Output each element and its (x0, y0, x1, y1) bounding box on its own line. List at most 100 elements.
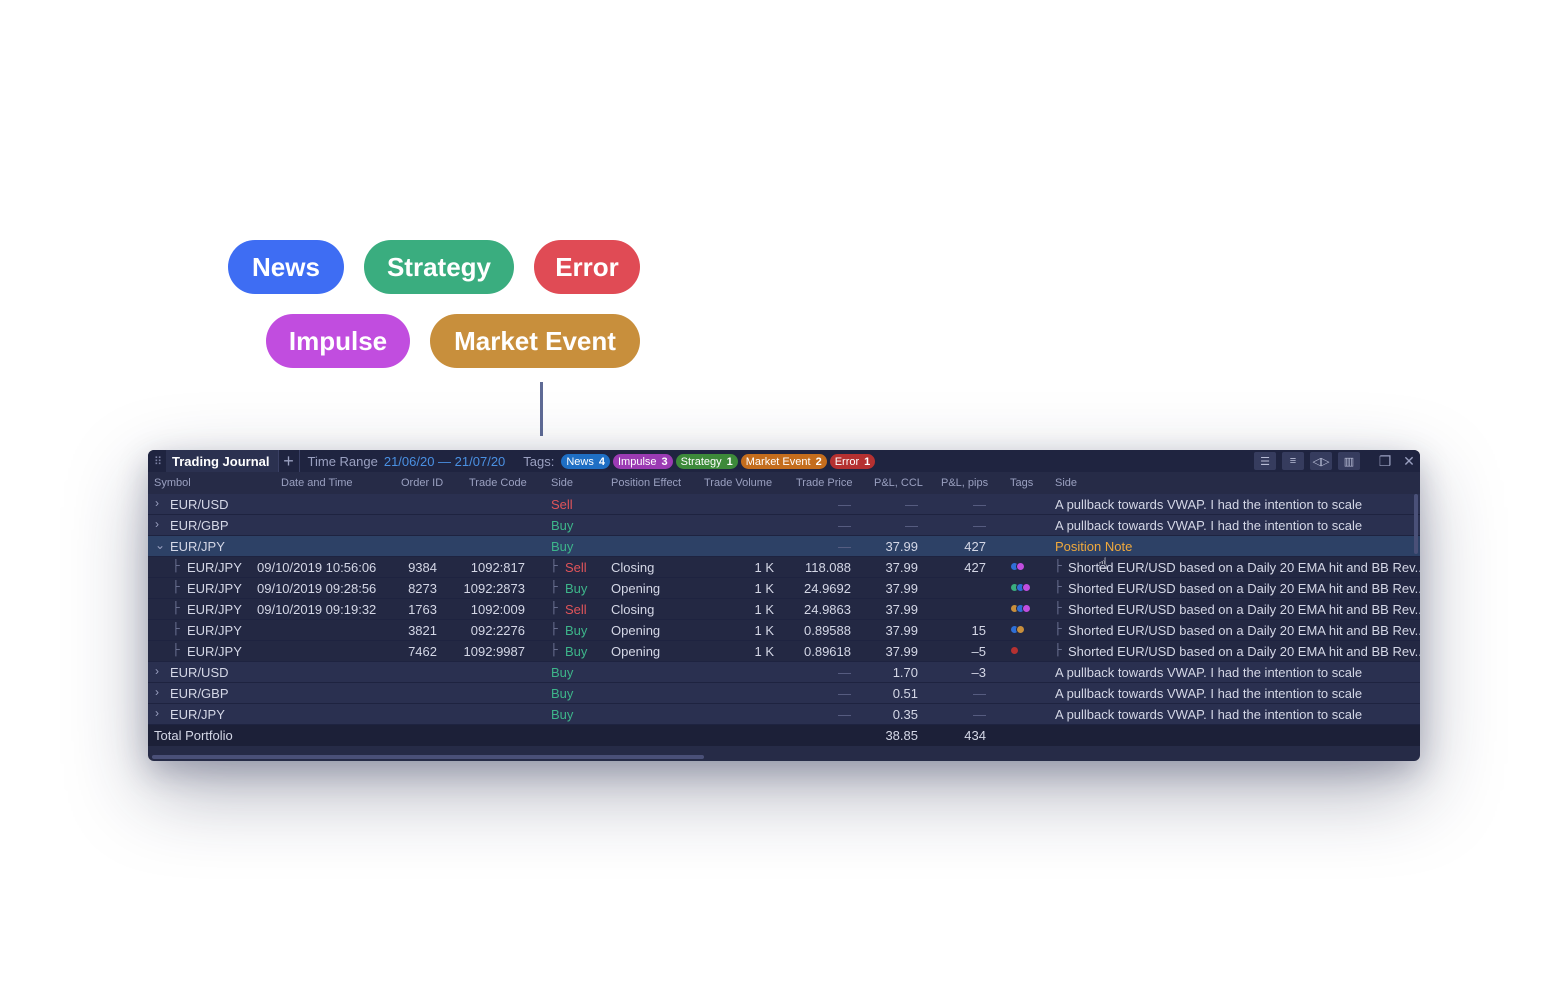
horizontal-scrollbar[interactable] (152, 755, 704, 759)
position-row[interactable]: › EUR/GBP Buy — — — A pullback towards VWAP. I… (148, 515, 1420, 536)
side-cell: Sell (565, 602, 587, 617)
vertical-scrollbar[interactable] (1414, 494, 1418, 554)
chevron-right-icon[interactable]: › (155, 706, 159, 720)
total-label: Total Portfolio (154, 728, 233, 743)
column-header-8[interactable]: P&L, CCL (874, 477, 923, 489)
pnl-pips-cell: –3 (971, 665, 986, 680)
pnl-pips-cell: –5 (971, 644, 986, 659)
chevron-right-icon[interactable]: › (155, 496, 159, 510)
position-row[interactable]: ⌄ EUR/JPY Buy — 37.99 427 Position Note (148, 536, 1420, 557)
tree-branch-icon: ├ (172, 560, 180, 572)
tag-filter-error[interactable]: Error 1 (829, 454, 876, 470)
time-range-value[interactable]: 21/06/20 — 21/07/20 (384, 454, 505, 469)
column-header-11[interactable]: Side (1055, 477, 1077, 489)
pnl-pips-cell: — (973, 686, 986, 701)
pnl-ccl-cell: 37.99 (885, 560, 918, 575)
tag-filter-count: 4 (598, 455, 605, 468)
toolbar: ☰ ≡ ◁▷ ▥ ❐ ✕ (1248, 450, 1420, 472)
close-icon[interactable]: ✕ (1398, 450, 1420, 472)
column-header-0[interactable]: Symbol (154, 477, 191, 489)
column-header-1[interactable]: Date and Time (281, 477, 353, 489)
trade-code-cell: 1092:009 (470, 602, 525, 617)
note-cell: A pullback towards VWAP. I had the inten… (1055, 665, 1363, 680)
datetime-cell: 09/10/2019 10:56:06 (257, 560, 377, 575)
symbol-cell: EUR/GBP (170, 686, 229, 701)
tag-dots[interactable] (1010, 625, 1025, 634)
pnl-ccl-cell: 37.99 (885, 602, 918, 617)
tag-filter-strategy[interactable]: Strategy 1 (675, 454, 738, 470)
split-columns-icon[interactable]: ◁▷ (1310, 452, 1332, 470)
position-row[interactable]: › EUR/USD Sell — — — A pullback towards VWAP. … (148, 494, 1420, 515)
columns-icon[interactable]: ▥ (1338, 452, 1360, 470)
trade-row[interactable]: ├ EUR/JPY 09/10/2019 09:19:32 1763 1092:009 ├… (148, 599, 1420, 620)
tree-branch-icon: ├ (1054, 581, 1062, 593)
tag-dot-icon (1022, 604, 1031, 613)
column-header-5[interactable]: Position Effect (611, 477, 681, 489)
trade-row[interactable]: ├ EUR/JPY 09/10/2019 09:28:56 8273 1092:2873… (148, 578, 1420, 599)
column-header-7[interactable]: Trade Price (796, 477, 852, 489)
column-header-3[interactable]: Trade Code (469, 477, 527, 489)
column-header-6[interactable]: Trade Volume (704, 477, 772, 489)
tag-filter-impulse[interactable]: Impulse 3 (613, 454, 673, 470)
trade-volume-cell: 1 K (754, 644, 774, 659)
trade-code-cell: 1092:9987 (463, 644, 525, 659)
pnl-ccl-cell: 0.51 (892, 686, 918, 701)
symbol-cell: EUR/USD (170, 497, 229, 512)
tree-branch-icon: ├ (172, 602, 180, 614)
side-cell: Sell (551, 497, 573, 512)
note-cell: Shorted EUR/USD based on a Daily 20 EMA … (1068, 602, 1420, 617)
tag-filter-news[interactable]: News 4 (561, 454, 610, 470)
tag-filter-label: News (566, 455, 594, 468)
drag-handle-icon[interactable]: ⠿ (150, 455, 166, 468)
trade-volume-cell: 1 K (754, 581, 774, 596)
tag-dots[interactable] (1010, 646, 1019, 655)
tag-filter-label: Impulse (618, 455, 657, 468)
column-header-4[interactable]: Side (551, 477, 573, 489)
symbol-cell: EUR/JPY (187, 644, 242, 659)
trade-price-cell: — (838, 539, 851, 554)
tree-branch-icon: ├ (1054, 623, 1062, 635)
trade-row[interactable]: ├ EUR/JPY 7462 1092:9987 ├ Buy Opening 1 K 0.896… (148, 641, 1420, 662)
trade-price-cell: — (838, 707, 851, 722)
chevron-right-icon[interactable]: › (155, 517, 159, 531)
position-row[interactable]: › EUR/JPY Buy — 0.35 — A pullback towards VWAP… (148, 704, 1420, 725)
position-row[interactable]: › EUR/USD Buy — 1.70 –3 A pullback towards VWA… (148, 662, 1420, 683)
column-header-10[interactable]: Tags (1010, 477, 1033, 489)
chevron-right-icon[interactable]: › (155, 685, 159, 699)
trade-code-cell: 092:2276 (470, 623, 525, 638)
side-cell: Buy (551, 539, 574, 554)
journal-table: › EUR/USD Sell — — — A pullback towards VWAP. … (148, 494, 1420, 746)
tag-pill-market-event: Market Event (430, 314, 640, 368)
tag-dot-icon (1016, 562, 1025, 571)
tag-dots[interactable] (1010, 604, 1031, 613)
trade-volume-cell: 1 K (754, 623, 774, 638)
trade-price-cell: — (838, 665, 851, 680)
chevron-right-icon[interactable]: › (155, 664, 159, 678)
side-cell: Buy (565, 644, 588, 659)
tag-dots[interactable] (1010, 583, 1031, 592)
trade-volume-cell: 1 K (754, 602, 774, 617)
column-header-9[interactable]: P&L, pips (941, 477, 988, 489)
symbol-cell: EUR/JPY (187, 560, 242, 575)
side-cell: Buy (565, 623, 588, 638)
restore-window-icon[interactable]: ❐ (1374, 450, 1396, 472)
trade-row[interactable]: ├ EUR/JPY 3821 092:2276 ├ Buy Opening 1 K 0.8958… (148, 620, 1420, 641)
symbol-cell: EUR/USD (170, 665, 229, 680)
indent-icon[interactable]: ☰ (1254, 452, 1276, 470)
position-row[interactable]: › EUR/GBP Buy — 0.51 — A pullback towards VWAP… (148, 683, 1420, 704)
trade-row[interactable]: ├ EUR/JPY 09/10/2019 10:56:06 9384 1092:817 ├… (148, 557, 1420, 578)
column-header-2[interactable]: Order ID (401, 477, 443, 489)
tab-trading-journal[interactable]: Trading Journal (166, 450, 278, 472)
tag-filter-market-event[interactable]: Market Event 2 (740, 454, 827, 470)
tree-branch-icon: ├ (1054, 602, 1062, 614)
note-cell: Shorted EUR/USD based on a Daily 20 EMA … (1068, 581, 1420, 596)
trading-journal-window: ⠿ Trading Journal + Time Range 21/06/20 … (148, 450, 1420, 761)
pnl-ccl-cell: 37.99 (885, 623, 918, 638)
tag-dots[interactable] (1010, 562, 1025, 571)
list-icon[interactable]: ≡ (1282, 452, 1304, 470)
tag-filter-list: News 4 Impulse 3 Strategy 1 Market Event 2 Error… (558, 453, 876, 470)
tag-filter-count: 2 (815, 455, 822, 468)
pnl-pips-cell: — (973, 497, 986, 512)
chevron-down-icon[interactable]: ⌄ (155, 538, 165, 552)
plus-icon[interactable]: + (277, 450, 300, 472)
